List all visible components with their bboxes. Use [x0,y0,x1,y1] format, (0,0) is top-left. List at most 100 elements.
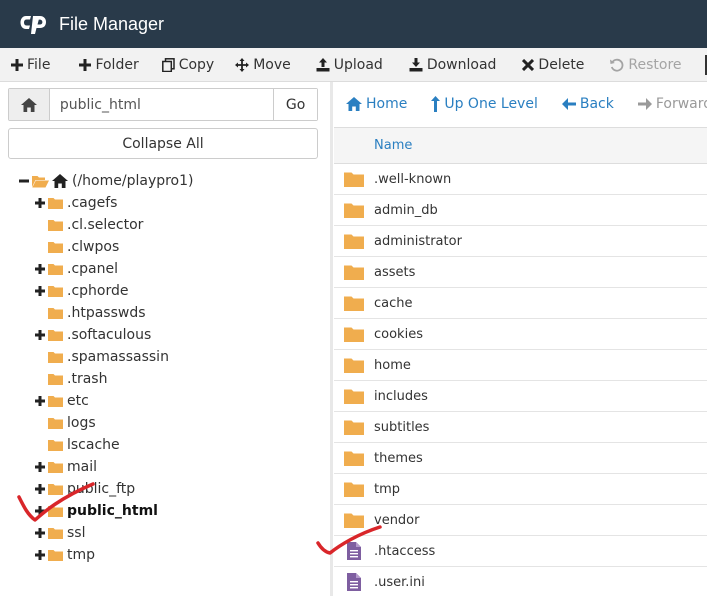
file-row[interactable]: tmp [334,474,707,505]
expand-toggle-icon[interactable] [33,506,47,516]
copy-button[interactable]: Copy [148,48,224,81]
restore-button[interactable]: Restore [593,48,690,81]
tree-item[interactable]: lscache [33,434,120,456]
download-button[interactable]: Download [392,48,506,81]
tree-item[interactable]: public_html [33,500,158,522]
file-row[interactable]: admin_db [334,195,707,226]
cpanel-logo-icon [20,13,50,35]
tree-item[interactable]: .spamassassin [33,346,169,368]
download-label: Download [426,56,497,73]
app-header: File Manager [0,0,707,48]
file-row[interactable]: themes [334,443,707,474]
expand-toggle-icon[interactable] [33,528,47,538]
app-title: File Manager [59,13,165,34]
new-folder-button[interactable]: Folder [59,48,147,81]
file-row[interactable]: assets [334,257,707,288]
expand-toggle-icon[interactable] [33,462,47,472]
expand-toggle-icon[interactable] [33,484,47,494]
tree-item[interactable]: ssl [33,522,85,544]
expand-toggle-icon[interactable] [33,264,47,274]
file-row[interactable]: subtitles [334,412,707,443]
tree-item[interactable]: .clwpos [33,236,119,258]
file-row[interactable]: includes [334,381,707,412]
up-one-level-label: Up One Level [444,96,538,112]
tree-item[interactable]: public_ftp [33,478,135,500]
tree-item[interactable]: tmp [33,544,95,566]
tree-item-label: .clwpos [67,239,120,255]
file-row[interactable]: vendor [334,505,707,536]
tree-item-label: public_ftp [67,481,136,497]
tree-item-label: .cl.selector [67,217,144,233]
expand-toggle-icon[interactable] [33,286,47,296]
folder-icon [334,264,374,280]
folder-icon [48,505,63,517]
home-nav-button[interactable]: Home [334,96,419,112]
file-name: admin_db [374,202,438,218]
file-row[interactable]: .htaccess [334,536,707,567]
move-button[interactable]: Move [223,48,300,81]
tree-item-label: lscache [67,437,120,453]
expand-toggle-icon[interactable] [33,330,47,340]
tree-item-label: ssl [67,525,86,541]
file-row[interactable]: .well-known [334,164,707,195]
tree-item[interactable]: .htpasswds [33,302,146,324]
back-label: Back [579,96,614,112]
file-table-header: Name [334,127,707,164]
tree-root[interactable]: (/home/playpro1) [17,170,194,192]
folder-icon [334,481,374,497]
level-up-icon [431,96,441,112]
path-home-button[interactable] [9,89,50,120]
forward-label: Forward [655,96,707,112]
file-row[interactable]: administrator [334,226,707,257]
restore-icon [610,58,624,72]
tree-item[interactable]: .cl.selector [33,214,143,236]
path-input[interactable] [49,89,274,120]
tree-item-label: .htpasswds [67,305,146,321]
folder-icon [334,388,374,404]
expand-toggle-icon[interactable] [33,396,47,406]
file-name: .user.ini [374,574,425,590]
tree-item[interactable]: .cphorde [33,280,128,302]
tree-item[interactable]: etc [33,390,89,412]
expand-toggle-icon[interactable] [33,198,47,208]
upload-button[interactable]: Upload [300,48,392,81]
name-column-header[interactable]: Name [374,138,412,153]
delete-button[interactable]: Delete [505,48,593,81]
tree-item[interactable]: .trash [33,368,107,390]
folder-open-icon [32,175,49,188]
home-icon [346,97,362,111]
new-file-button[interactable]: File [0,48,59,81]
collapse-all-button[interactable]: Collapse All [8,128,318,159]
tree-item-label: mail [67,459,97,475]
go-button[interactable]: Go [273,89,317,120]
forward-button[interactable]: Forward [626,96,707,112]
plus-icon [79,58,92,71]
file-name: includes [374,388,428,404]
copy-label: Copy [178,56,215,73]
tree-item[interactable]: .cpanel [33,258,118,280]
expand-toggle-icon[interactable] [33,550,47,560]
left-panel: Go Collapse All (/home/playpro1) .cagefs… [0,82,326,596]
tree-root-label: (/home/playpro1) [72,173,194,189]
up-one-level-button[interactable]: Up One Level [419,96,550,112]
folder-icon [48,373,63,385]
restore-label: Restore [628,56,682,73]
tree-item[interactable]: .softaculous [33,324,151,346]
folder-icon [48,483,63,495]
navigation-bar: Home Up One Level Back Forward [334,82,707,126]
tree-item[interactable]: logs [33,412,96,434]
file-row[interactable]: cache [334,288,707,319]
file-row[interactable]: home [334,350,707,381]
tree-item[interactable]: .cagefs [33,192,117,214]
collapse-toggle-icon[interactable] [17,176,31,186]
panel-divider[interactable] [330,82,333,596]
folder-icon [48,263,63,275]
back-button[interactable]: Back [550,96,626,112]
file-row[interactable]: .user.ini [334,567,707,596]
copy-icon [161,57,175,72]
tree-item-label: .trash [67,371,108,387]
folder-icon [48,461,63,473]
file-name: cookies [374,326,423,342]
tree-item[interactable]: mail [33,456,97,478]
file-row[interactable]: cookies [334,319,707,350]
